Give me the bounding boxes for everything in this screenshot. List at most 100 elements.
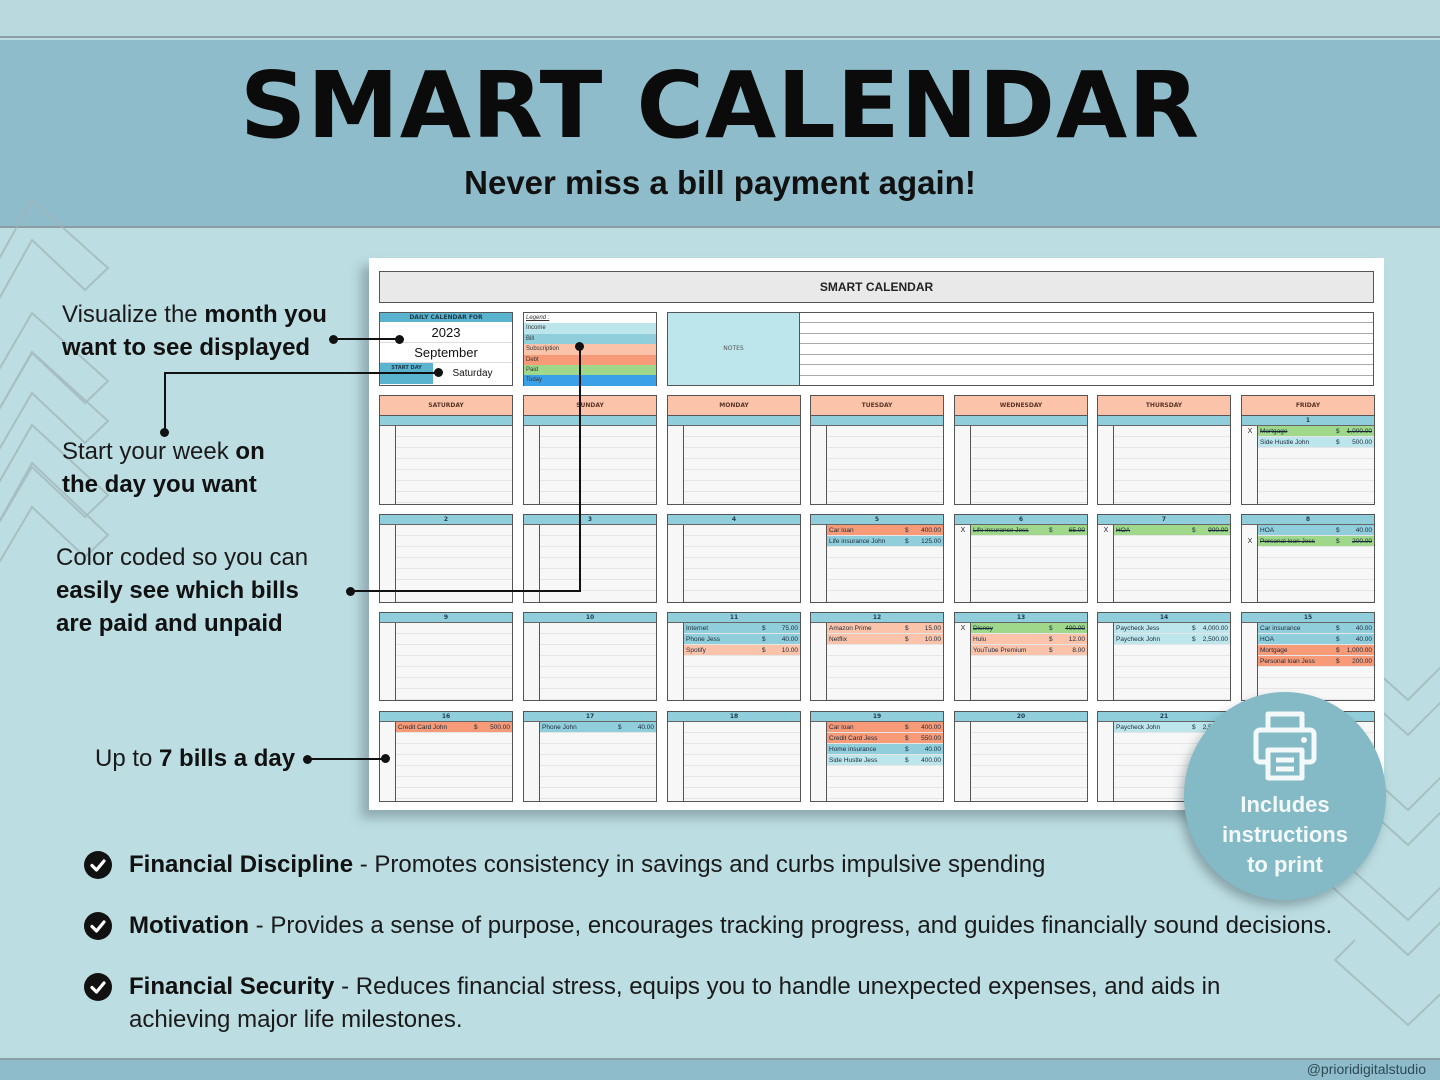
empty-bill-row[interactable] — [396, 591, 512, 602]
empty-bill-row[interactable] — [1114, 492, 1230, 503]
empty-bill-row[interactable] — [1114, 437, 1230, 448]
empty-bill-row[interactable] — [971, 558, 1087, 569]
calendar-day-cell[interactable]: 20 — [954, 711, 1088, 802]
empty-bill-row[interactable] — [396, 426, 512, 437]
empty-bill-row[interactable] — [540, 569, 656, 580]
empty-bill-row[interactable] — [971, 470, 1087, 481]
calendar-day-cell[interactable] — [810, 415, 944, 505]
calendar-day-cell[interactable] — [379, 415, 513, 505]
empty-bill-row[interactable] — [1258, 547, 1374, 558]
empty-bill-row[interactable] — [684, 722, 800, 733]
empty-bill-row[interactable] — [827, 678, 943, 689]
empty-bill-row[interactable] — [396, 634, 512, 645]
empty-bill-row[interactable] — [396, 569, 512, 580]
empty-bill-row[interactable] — [540, 448, 656, 459]
empty-bill-row[interactable] — [684, 569, 800, 580]
calendar-day-cell[interactable] — [954, 415, 1088, 505]
empty-bill-row[interactable] — [540, 536, 656, 547]
bill-entry[interactable]: Internet $75.00 — [684, 623, 800, 634]
empty-bill-row[interactable] — [540, 788, 656, 799]
empty-bill-row[interactable] — [540, 558, 656, 569]
empty-bill-row[interactable] — [827, 448, 943, 459]
empty-bill-row[interactable] — [1114, 569, 1230, 580]
empty-bill-row[interactable] — [540, 525, 656, 536]
empty-bill-row[interactable] — [684, 733, 800, 744]
month-field[interactable]: September — [380, 343, 512, 363]
calendar-day-cell[interactable]: 11 Internet $75.00 Phone Jess $40.00 Spotify $… — [667, 612, 801, 701]
empty-bill-row[interactable] — [684, 667, 800, 678]
empty-bill-row[interactable] — [396, 448, 512, 459]
empty-bill-row[interactable] — [684, 777, 800, 788]
bill-entry[interactable]: Credit Card Jess $550.00 — [827, 733, 943, 744]
empty-bill-row[interactable] — [1114, 645, 1230, 656]
empty-bill-row[interactable] — [1258, 667, 1374, 678]
bill-entry[interactable]: Life insurance John $125.00 — [827, 536, 943, 547]
empty-bill-row[interactable] — [396, 667, 512, 678]
empty-bill-row[interactable] — [684, 437, 800, 448]
empty-bill-row[interactable] — [1114, 656, 1230, 667]
empty-bill-row[interactable] — [1258, 448, 1374, 459]
empty-bill-row[interactable] — [684, 470, 800, 481]
bill-entry[interactable]: Phone John $40.00 — [540, 722, 656, 733]
empty-bill-row[interactable] — [971, 678, 1087, 689]
empty-bill-row[interactable] — [684, 788, 800, 799]
empty-bill-row[interactable] — [827, 788, 943, 799]
empty-bill-row[interactable] — [971, 426, 1087, 437]
empty-bill-row[interactable] — [971, 722, 1087, 733]
bill-entry[interactable]: X HOA $900.00 — [1104, 525, 1230, 536]
bill-entry[interactable]: Hulu $12.00 — [971, 634, 1087, 645]
calendar-day-cell[interactable]: 17 Phone John $40.00 — [523, 711, 657, 802]
empty-bill-row[interactable] — [1114, 459, 1230, 470]
empty-bill-row[interactable] — [396, 536, 512, 547]
bill-entry[interactable]: X Life insurance Jess $65.00 — [961, 525, 1087, 536]
empty-bill-row[interactable] — [540, 755, 656, 766]
empty-bill-row[interactable] — [684, 755, 800, 766]
bill-entry[interactable]: Side Hustle Jess $400.00 — [827, 755, 943, 766]
empty-bill-row[interactable] — [827, 470, 943, 481]
calendar-day-cell[interactable]: 8 HOA $40.00 X Personal loan Jess $200.00 — [1241, 514, 1375, 603]
empty-bill-row[interactable] — [684, 459, 800, 470]
empty-bill-row[interactable] — [684, 591, 800, 602]
empty-bill-row[interactable] — [971, 492, 1087, 503]
paid-marker[interactable]: X — [1101, 525, 1111, 536]
paid-marker[interactable]: X — [958, 525, 968, 536]
empty-bill-row[interactable] — [396, 558, 512, 569]
calendar-day-cell[interactable]: 18 — [667, 711, 801, 802]
empty-bill-row[interactable] — [1258, 459, 1374, 470]
empty-bill-row[interactable] — [540, 689, 656, 700]
empty-bill-row[interactable] — [1114, 689, 1230, 700]
empty-bill-row[interactable] — [971, 777, 1087, 788]
empty-bill-row[interactable] — [971, 656, 1087, 667]
empty-bill-row[interactable] — [396, 656, 512, 667]
calendar-day-cell[interactable] — [1097, 415, 1231, 505]
bill-entry[interactable]: Mortgage $1,000.00 — [1258, 645, 1374, 656]
empty-bill-row[interactable] — [684, 492, 800, 503]
empty-bill-row[interactable] — [396, 788, 512, 799]
empty-bill-row[interactable] — [827, 766, 943, 777]
empty-bill-row[interactable] — [540, 481, 656, 492]
bill-entry[interactable]: HOA $40.00 — [1258, 525, 1374, 536]
empty-bill-row[interactable] — [971, 448, 1087, 459]
empty-bill-row[interactable] — [971, 547, 1087, 558]
bill-entry[interactable]: Spotify $10.00 — [684, 645, 800, 656]
empty-bill-row[interactable] — [1114, 580, 1230, 591]
empty-bill-row[interactable] — [396, 623, 512, 634]
empty-bill-row[interactable] — [684, 547, 800, 558]
bill-entry[interactable]: Home insurance $40.00 — [827, 744, 943, 755]
calendar-day-cell[interactable]: 13 X Disney $400.00 Hulu $12.00 YouTube Premiu… — [954, 612, 1088, 701]
bill-entry[interactable]: X Mortgage $1,000.00 — [1248, 426, 1374, 437]
empty-bill-row[interactable] — [396, 459, 512, 470]
empty-bill-row[interactable] — [684, 656, 800, 667]
calendar-day-cell[interactable] — [667, 415, 801, 505]
empty-bill-row[interactable] — [1258, 580, 1374, 591]
empty-bill-row[interactable] — [684, 525, 800, 536]
empty-bill-row[interactable] — [971, 459, 1087, 470]
empty-bill-row[interactable] — [1114, 667, 1230, 678]
bill-entry[interactable]: Phone Jess $40.00 — [684, 634, 800, 645]
empty-bill-row[interactable] — [1114, 448, 1230, 459]
empty-bill-row[interactable] — [971, 788, 1087, 799]
empty-bill-row[interactable] — [1114, 547, 1230, 558]
empty-bill-row[interactable] — [396, 755, 512, 766]
empty-bill-row[interactable] — [827, 689, 943, 700]
empty-bill-row[interactable] — [827, 547, 943, 558]
